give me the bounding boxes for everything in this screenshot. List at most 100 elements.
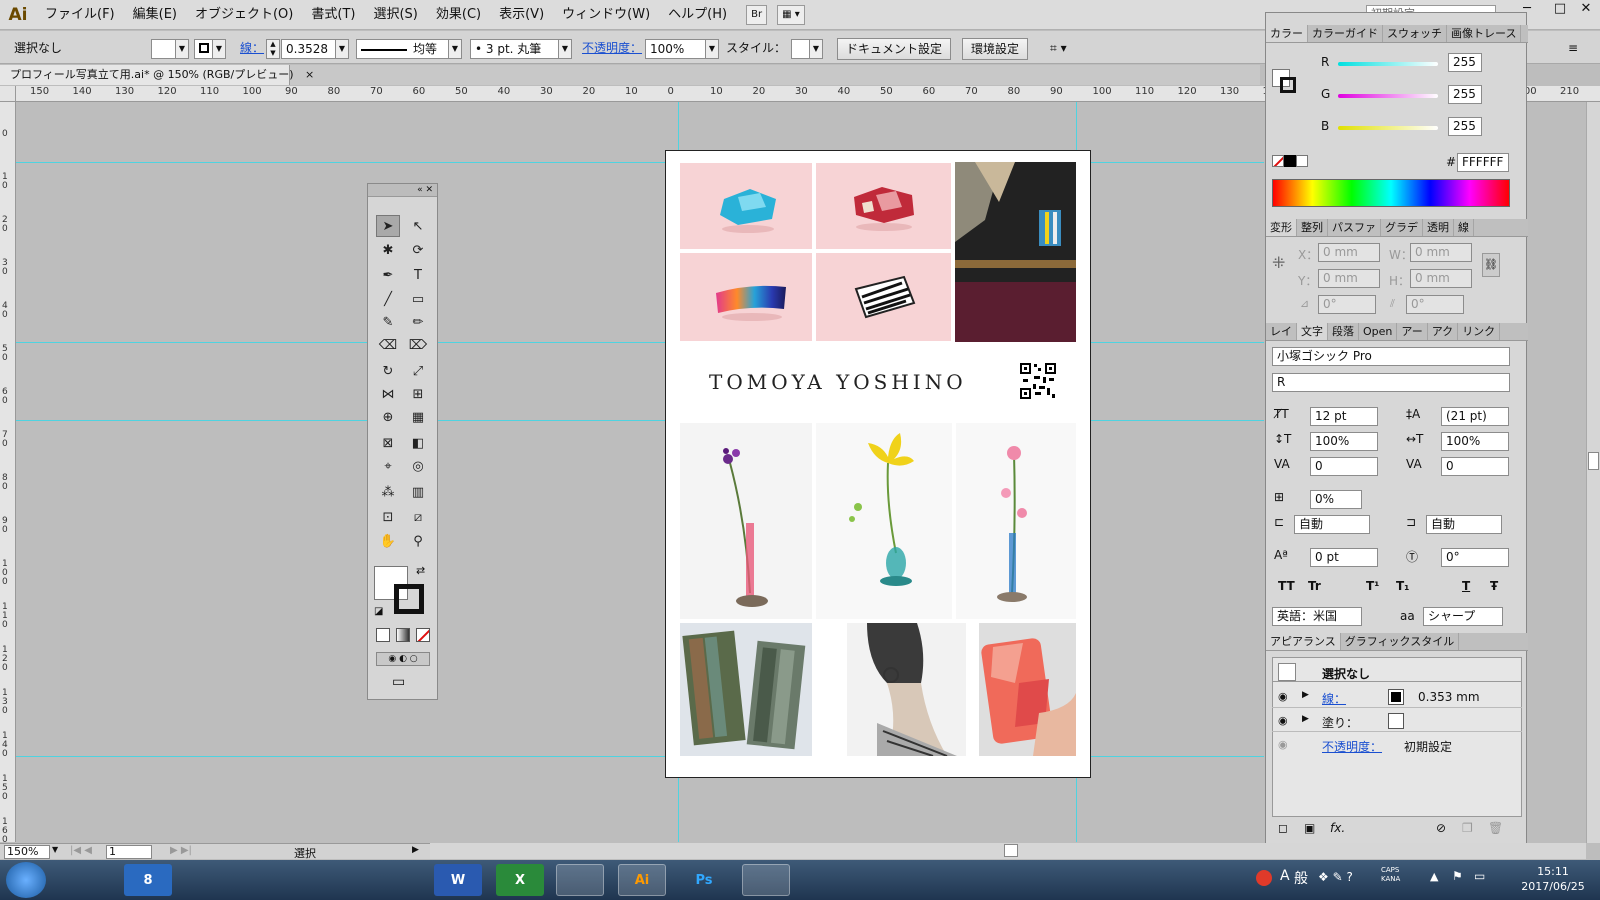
line-tool-icon[interactable]: ╱	[376, 288, 400, 310]
rectangle-tool-icon[interactable]: ▭	[406, 288, 430, 310]
taskbar-explorer-icon[interactable]	[556, 864, 604, 896]
reference-point-icon[interactable]: ⁜	[1272, 253, 1285, 272]
tab-align[interactable]: 整列	[1297, 219, 1328, 236]
photo-hand-case[interactable]	[979, 623, 1076, 756]
photo-ear-accessory[interactable]	[847, 623, 966, 756]
color-mode-icon[interactable]	[376, 628, 390, 642]
opacity-input[interactable]: 100%	[645, 39, 707, 59]
small-caps-button[interactable]: Tr	[1308, 579, 1321, 593]
ime-mode-a[interactable]: A	[1280, 868, 1290, 884]
zoom-dropdown[interactable]: ▼	[52, 845, 58, 854]
symbol-sprayer-tool-icon[interactable]: ⁂	[376, 481, 400, 503]
taskbar-clock[interactable]: 15:11 2017/06/25	[1513, 864, 1593, 894]
taskbar-app-8-icon[interactable]: 8	[124, 864, 172, 896]
photo-brooch-sweater[interactable]	[955, 162, 1076, 342]
b-input[interactable]: 255	[1448, 117, 1482, 136]
baseline-shift-input[interactable]: 0 pt	[1310, 548, 1378, 567]
zoom-tool-icon[interactable]: ⚲	[406, 530, 430, 552]
tab-transparency[interactable]: 透明	[1423, 219, 1454, 236]
black-swatch[interactable]	[1284, 155, 1296, 167]
shear-input[interactable]: 0°	[1406, 295, 1464, 314]
menu-edit[interactable]: 編集(E)	[124, 0, 186, 30]
tab-color-guide[interactable]: カラーガイド	[1308, 25, 1383, 42]
appearance-fill-swatch[interactable]	[1388, 713, 1404, 729]
vertical-scrollbar[interactable]	[1586, 102, 1600, 843]
variable-width-profile[interactable]: 均等	[356, 39, 456, 59]
taskbar-app-icon[interactable]	[62, 864, 110, 896]
profile-dropdown[interactable]: ▼	[448, 39, 462, 59]
mesh-tool-icon[interactable]: ⊠	[376, 432, 400, 454]
superscript-button[interactable]: T¹	[1366, 579, 1379, 593]
add-effect-icon[interactable]: fx.	[1330, 821, 1345, 835]
swap-fill-stroke-icon[interactable]: ⇄	[416, 564, 425, 577]
graphic-style-swatch[interactable]	[791, 39, 811, 59]
ime-tools-icon[interactable]: ❖ ✎ ?	[1318, 870, 1353, 884]
hex-input[interactable]: FFFFFF	[1457, 153, 1509, 172]
taskbar-mail-icon[interactable]	[310, 864, 358, 896]
pen-tool-icon[interactable]: ✒	[376, 264, 400, 286]
tools-panel-header[interactable]: « ✕	[368, 184, 437, 197]
tray-flag-icon[interactable]: ⚑	[1452, 869, 1463, 883]
eraser-tool-icon[interactable]: ⌦	[406, 334, 430, 356]
blend-tool-icon[interactable]: ◎	[406, 455, 430, 477]
vertical-ruler[interactable]: 0 10 20 30 40 50 60 70 80 90 100 110 120 130 140 150 160	[0, 102, 16, 842]
fill-color-swatch[interactable]	[151, 39, 177, 59]
constrain-link-icon[interactable]: ⛓	[1482, 253, 1500, 277]
first-artboard-button[interactable]: |◀ ◀	[70, 845, 92, 856]
appearance-fill-label[interactable]: 塗り：	[1322, 714, 1358, 731]
lasso-tool-icon[interactable]: ⟳	[406, 239, 430, 261]
none-swatch-icon[interactable]	[1272, 155, 1284, 167]
document-setup-button[interactable]: ドキュメント設定	[837, 38, 952, 60]
stroke-dropdown[interactable]: ▼	[212, 39, 226, 59]
x-input[interactable]: 0 mm	[1318, 243, 1380, 262]
menu-file[interactable]: ファイル(F)	[36, 0, 124, 30]
horizontal-scrollbar[interactable]	[430, 843, 1586, 859]
photo-phone-cases[interactable]	[680, 623, 812, 756]
tray-network-icon[interactable]: ▭	[1474, 869, 1485, 883]
g-slider[interactable]	[1338, 94, 1438, 98]
slice-tool-icon[interactable]: ⧄	[406, 506, 430, 528]
screen-mode-icon[interactable]: ▭	[392, 674, 405, 690]
tab-opentype[interactable]: Open	[1359, 323, 1398, 340]
tab-stroke[interactable]: 線	[1454, 219, 1474, 236]
fill-dropdown[interactable]: ▼	[175, 39, 189, 59]
pencil-tool-icon[interactable]: ✏	[406, 311, 430, 333]
tsume-input[interactable]: 0%	[1310, 490, 1362, 509]
arrange-documents-button[interactable]: ▦ ▾	[777, 4, 805, 25]
close-button[interactable]: ✕	[1572, 0, 1600, 20]
aki-after-select[interactable]: 自動	[1426, 515, 1502, 534]
taskbar-computer-icon[interactable]	[372, 864, 420, 896]
photo-brooch-red[interactable]	[816, 163, 951, 249]
color-stroke-swatch[interactable]	[1280, 77, 1296, 93]
tab-graphic-styles[interactable]: グラフィックスタイル	[1341, 633, 1460, 650]
tab-actions[interactable]: アク	[1428, 323, 1459, 340]
eyedropper-tool-icon[interactable]: ⌖	[376, 455, 400, 477]
tab-character[interactable]: 文字	[1297, 323, 1328, 340]
delete-item-icon[interactable]: 🗑	[1488, 821, 1503, 835]
artboard-name-text[interactable]: TOMOYA YOSHINO	[709, 370, 989, 394]
tab-transform[interactable]: 変形	[1266, 219, 1297, 236]
color-spectrum[interactable]	[1272, 179, 1510, 207]
ime-mode-label[interactable]: 般	[1294, 868, 1308, 888]
clear-appearance-icon[interactable]: ⊘	[1436, 821, 1446, 835]
tray-expand-icon[interactable]: ▲	[1430, 870, 1438, 883]
duplicate-item-icon[interactable]: ❐	[1462, 821, 1473, 835]
control-bar-menu-icon[interactable]: ≡	[1568, 38, 1578, 59]
photo-brooch-blue[interactable]	[680, 163, 812, 249]
tab-appearance[interactable]: アピアランス	[1266, 633, 1341, 650]
language-select[interactable]: 英語：米国	[1272, 607, 1362, 626]
tab-artboards[interactable]: アー	[1397, 323, 1428, 340]
hand-tool-icon[interactable]: ✋	[376, 530, 400, 552]
tab-color[interactable]: カラー	[1266, 25, 1308, 42]
magic-wand-tool-icon[interactable]: ✱	[376, 239, 400, 261]
tab-image-trace[interactable]: 画像トレース	[1447, 25, 1522, 42]
qr-code[interactable]	[1019, 362, 1057, 400]
strikethrough-button[interactable]: Ŧ	[1490, 579, 1498, 593]
tab-links[interactable]: リンク	[1458, 323, 1501, 340]
tab-swatches[interactable]: スウォッチ	[1383, 25, 1447, 42]
tab-pathfinder[interactable]: パスファ	[1328, 219, 1381, 236]
graph-tool-icon[interactable]: ▥	[406, 481, 430, 503]
menu-object[interactable]: オブジェクト(O)	[186, 0, 302, 30]
stroke-weight-dropdown[interactable]: ▼	[335, 39, 349, 59]
stroke-swatch[interactable]	[394, 584, 424, 614]
